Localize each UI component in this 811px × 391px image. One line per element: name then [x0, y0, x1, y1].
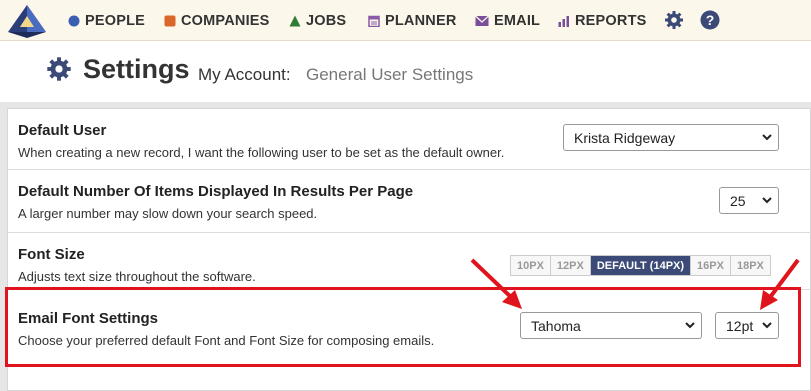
setting-description: A larger number may slow down your searc… [18, 206, 318, 221]
font-size-toggle-group: 10PX 12PX DEFAULT (14PX) 16PX 18PX [510, 255, 771, 276]
triangle-icon [289, 15, 301, 26]
nav-people-label: PEOPLE [85, 12, 146, 29]
gear-icon[interactable] [664, 10, 684, 30]
breadcrumb-page: General User Settings [306, 65, 474, 84]
default-user-value: Krista Ridgeway [574, 129, 676, 146]
svg-text:?: ? [706, 12, 715, 28]
top-nav: PEOPLE COMPANIES JOBS PLANNER EMAIL REPO… [0, 0, 811, 41]
setting-title: Font Size [18, 246, 85, 263]
font-size-option-default[interactable]: DEFAULT (14PX) [590, 256, 692, 275]
envelope-icon [475, 15, 489, 26]
annotation-arrow-icon [760, 258, 800, 310]
nav-reports[interactable]: REPORTS [558, 0, 647, 41]
bar-chart-icon [558, 15, 569, 27]
annotation-highlight-box [5, 287, 801, 367]
nav-email-label: EMAIL [494, 12, 541, 29]
nav-people[interactable]: PEOPLE [68, 0, 145, 41]
setting-title: Default Number Of Items Displayed In Res… [18, 183, 414, 200]
nav-jobs-label: JOBS [306, 12, 347, 29]
setting-description: Adjusts text size throughout the softwar… [18, 269, 256, 284]
chevron-down-icon [762, 197, 772, 204]
nav-reports-label: REPORTS [575, 12, 647, 29]
nav-planner-label: PLANNER [385, 12, 457, 29]
font-size-option-12[interactable]: 12PX [550, 256, 591, 275]
nav-planner[interactable]: PLANNER [368, 0, 457, 41]
setting-row-results-per-page: Default Number Of Items Displayed In Res… [8, 170, 811, 233]
building-icon [164, 15, 176, 26]
breadcrumb-account[interactable]: My Account: [198, 65, 291, 85]
setting-description: When creating a new record, I want the f… [18, 145, 505, 160]
annotation-arrow-icon [470, 258, 522, 309]
font-size-option-16[interactable]: 16PX [691, 256, 731, 275]
question-icon[interactable]: ? [700, 10, 720, 30]
nav-companies-label: COMPANIES [181, 12, 270, 29]
page-title: Settings [83, 54, 190, 84]
nav-companies[interactable]: COMPANIES [164, 0, 270, 41]
setting-title: Default User [18, 122, 107, 139]
nav-email[interactable]: EMAIL [475, 0, 540, 41]
results-per-page-value: 25 [730, 192, 746, 209]
default-user-select[interactable]: Krista Ridgeway [563, 124, 779, 151]
nav-jobs[interactable]: JOBS [289, 0, 346, 41]
person-icon [68, 15, 80, 26]
results-per-page-select[interactable]: 25 [719, 187, 779, 214]
settings-gear-icon [47, 57, 71, 81]
chevron-down-icon [762, 134, 772, 141]
app-logo[interactable] [5, 2, 49, 38]
calendar-icon [368, 15, 380, 27]
